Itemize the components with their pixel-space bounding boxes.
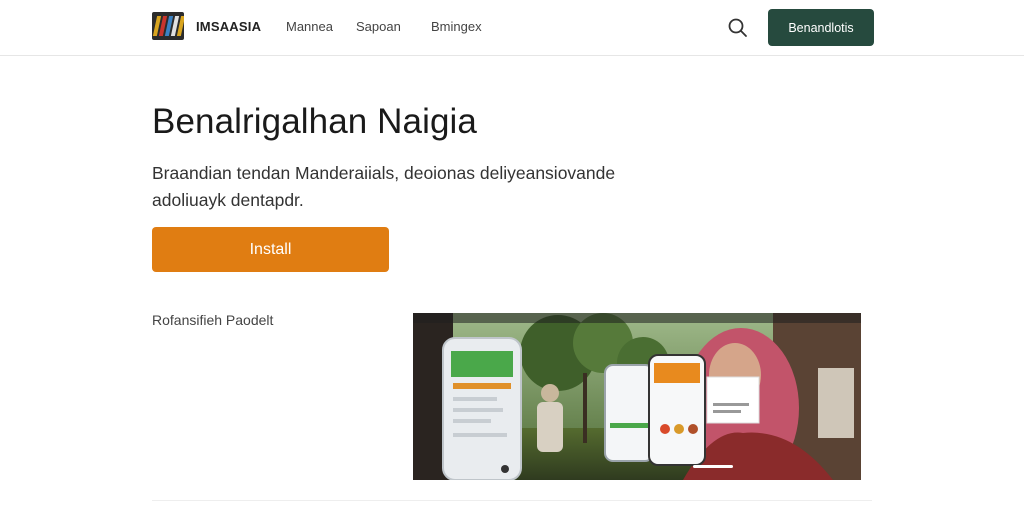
install-button[interactable]: Install (152, 227, 389, 272)
hero-description: Braandian tendan Manderaiials, deoionas … (152, 163, 616, 210)
divider (152, 500, 872, 501)
top-header: IMSAASIA Mannea Sapoan Bmingex Benandlot… (0, 0, 1024, 56)
page-title: Benalrigalhan Naigia (152, 102, 477, 141)
brand-logo-icon[interactable] (152, 12, 184, 40)
hero-image (413, 313, 861, 480)
nav-item-3[interactable]: Bmingex (431, 19, 482, 34)
header-cta-button[interactable]: Benandlotis (768, 9, 874, 46)
hero-photo-illustration (413, 313, 861, 480)
search-icon[interactable] (726, 16, 750, 40)
nav-item-1[interactable]: Mannea (286, 19, 333, 34)
section-label: Rofansifieh Paodelt (152, 312, 274, 328)
brand-name[interactable]: IMSAASIA (196, 19, 261, 34)
nav-item-2[interactable]: Sapoan (356, 19, 401, 34)
